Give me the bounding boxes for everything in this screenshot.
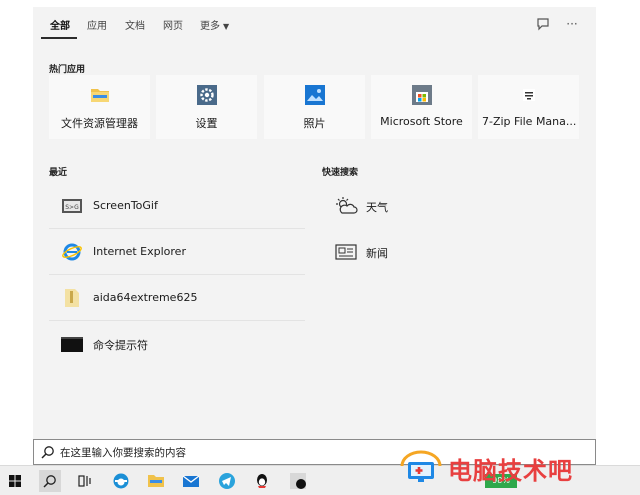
zip-folder-icon — [65, 289, 79, 307]
news-icon — [335, 244, 357, 260]
svg-text:S>G: S>G — [65, 204, 79, 211]
tile-file-explorer[interactable]: 文件资源管理器 — [49, 75, 150, 139]
recent-item-cmd[interactable]: 命令提示符 — [49, 321, 305, 367]
ie-icon — [62, 243, 82, 261]
tab-more-label: 更多 — [200, 21, 220, 32]
chevron-down-icon: ▼ — [223, 22, 230, 31]
telegram-icon[interactable] — [216, 470, 238, 492]
feedback-icon[interactable] — [534, 15, 552, 33]
more-options-icon[interactable]: ··· — [563, 15, 581, 33]
start-icon[interactable] — [4, 470, 26, 492]
edge-icon[interactable] — [110, 470, 132, 492]
tab-more[interactable]: 更多 ▼ — [200, 17, 229, 32]
watermark-logo: 电脑技术吧 — [400, 448, 573, 488]
tile-label: 7-Zip File Mana... — [482, 115, 577, 128]
tile-photos[interactable]: 照片 — [264, 75, 365, 139]
search-tabs: 全部 应用 文档 网页 更多 ▼ ··· — [33, 7, 596, 43]
tile-label: 照片 — [303, 117, 326, 130]
recent-item-label: ScreenToGif — [93, 199, 158, 212]
tile-7zip[interactable]: 7-Zip File Mana... — [478, 75, 579, 139]
recent-item-screentogif[interactable]: S>G ScreenToGif — [49, 183, 305, 229]
recent-heading: 最近 — [49, 168, 68, 178]
recent-item-label: Internet Explorer — [93, 245, 186, 258]
tile-settings[interactable]: 设置 — [156, 75, 257, 139]
tab-web[interactable]: 网页 — [163, 17, 183, 32]
screentogif-icon: S>G — [62, 199, 82, 213]
quick-search-news[interactable]: 新闻 — [322, 229, 582, 275]
recent-item-internet-explorer[interactable]: Internet Explorer — [49, 229, 305, 275]
watermark-text: 电脑技术吧 — [448, 456, 573, 485]
store-icon — [411, 85, 432, 105]
mail-icon[interactable] — [180, 470, 202, 492]
7zip-icon — [522, 89, 535, 101]
active-tab-indicator — [41, 37, 77, 39]
explorer-icon[interactable] — [145, 470, 167, 492]
gear-icon — [196, 85, 217, 105]
folder-icon — [90, 89, 109, 102]
tab-all[interactable]: 全部 — [50, 17, 70, 32]
task-view-icon[interactable] — [74, 470, 96, 492]
cmd-icon — [61, 337, 83, 352]
weather-icon — [336, 197, 358, 214]
recent-item-label: 命令提示符 — [93, 339, 148, 352]
taskbar-search-icon[interactable] — [39, 470, 61, 492]
quick-search-heading: 快速搜索 — [322, 168, 359, 178]
recent-item-label: aida64extreme625 — [93, 291, 198, 304]
tab-apps[interactable]: 应用 — [87, 17, 107, 32]
quick-search-label: 天气 — [366, 201, 388, 214]
tile-microsoft-store[interactable]: Microsoft Store — [371, 75, 472, 139]
tile-label: 文件资源管理器 — [61, 117, 138, 130]
app-icon[interactable] — [287, 470, 309, 492]
photos-icon — [304, 85, 325, 105]
watermark-monitor-icon — [400, 450, 442, 482]
qq-icon[interactable] — [251, 470, 273, 492]
quick-search-label: 新闻 — [366, 247, 388, 260]
tile-label: 设置 — [195, 117, 218, 130]
search-icon — [41, 446, 54, 459]
top-apps-heading: 热门应用 — [49, 65, 86, 75]
recent-item-aida64[interactable]: aida64extreme625 — [49, 275, 305, 321]
tile-label: Microsoft Store — [380, 115, 463, 128]
quick-search-weather[interactable]: 天气 — [322, 183, 582, 229]
tab-documents[interactable]: 文档 — [125, 17, 145, 32]
